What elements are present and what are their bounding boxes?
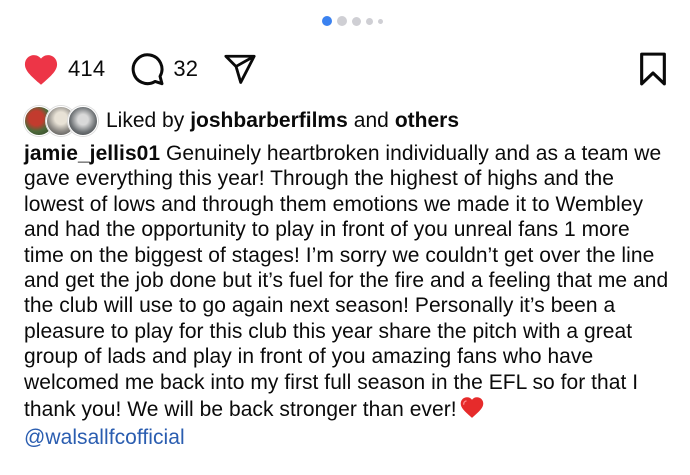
share-button[interactable]	[222, 52, 258, 86]
carousel-dot	[337, 16, 347, 26]
comment-icon[interactable]	[129, 51, 165, 87]
mention-link[interactable]: @walsallfcofficial	[24, 425, 674, 450]
liked-by-prefix: Liked by	[106, 109, 185, 132]
caption-text: Genuinely heartbroken individually and a…	[24, 142, 669, 422]
carousel-indicator	[322, 16, 383, 26]
heart-icon[interactable]	[22, 52, 60, 86]
liked-by-row: Liked by joshbarberfilms and others	[24, 106, 465, 136]
share-icon[interactable]	[222, 52, 258, 86]
carousel-dot	[366, 17, 373, 25]
likes-count[interactable]: 414	[68, 56, 105, 82]
bookmark-icon[interactable]	[638, 52, 668, 86]
save-button[interactable]	[638, 52, 668, 86]
like-button[interactable]: 414	[22, 52, 129, 86]
liked-by-others-link[interactable]: others	[395, 109, 459, 133]
carousel-dot-active	[322, 16, 332, 26]
carousel-dot	[378, 18, 383, 24]
caption-username[interactable]: jamie_jellis01	[24, 142, 160, 165]
post-footer: 414 32 Liked by joshbarberfilms and othe…	[0, 0, 690, 475]
post-caption: jamie_jellis01 Genuinely heartbroken ind…	[24, 141, 674, 451]
liked-by-user-link[interactable]: joshbarberfilms	[190, 109, 348, 133]
action-bar: 414 32	[22, 50, 668, 88]
liked-by-and: and	[353, 109, 389, 132]
liker-avatars[interactable]	[24, 106, 98, 136]
comment-button[interactable]: 32	[129, 51, 222, 87]
red-heart-emoji	[459, 395, 485, 425]
avatar[interactable]	[68, 106, 98, 136]
carousel-dot	[352, 16, 361, 26]
comments-count[interactable]: 32	[173, 56, 198, 82]
